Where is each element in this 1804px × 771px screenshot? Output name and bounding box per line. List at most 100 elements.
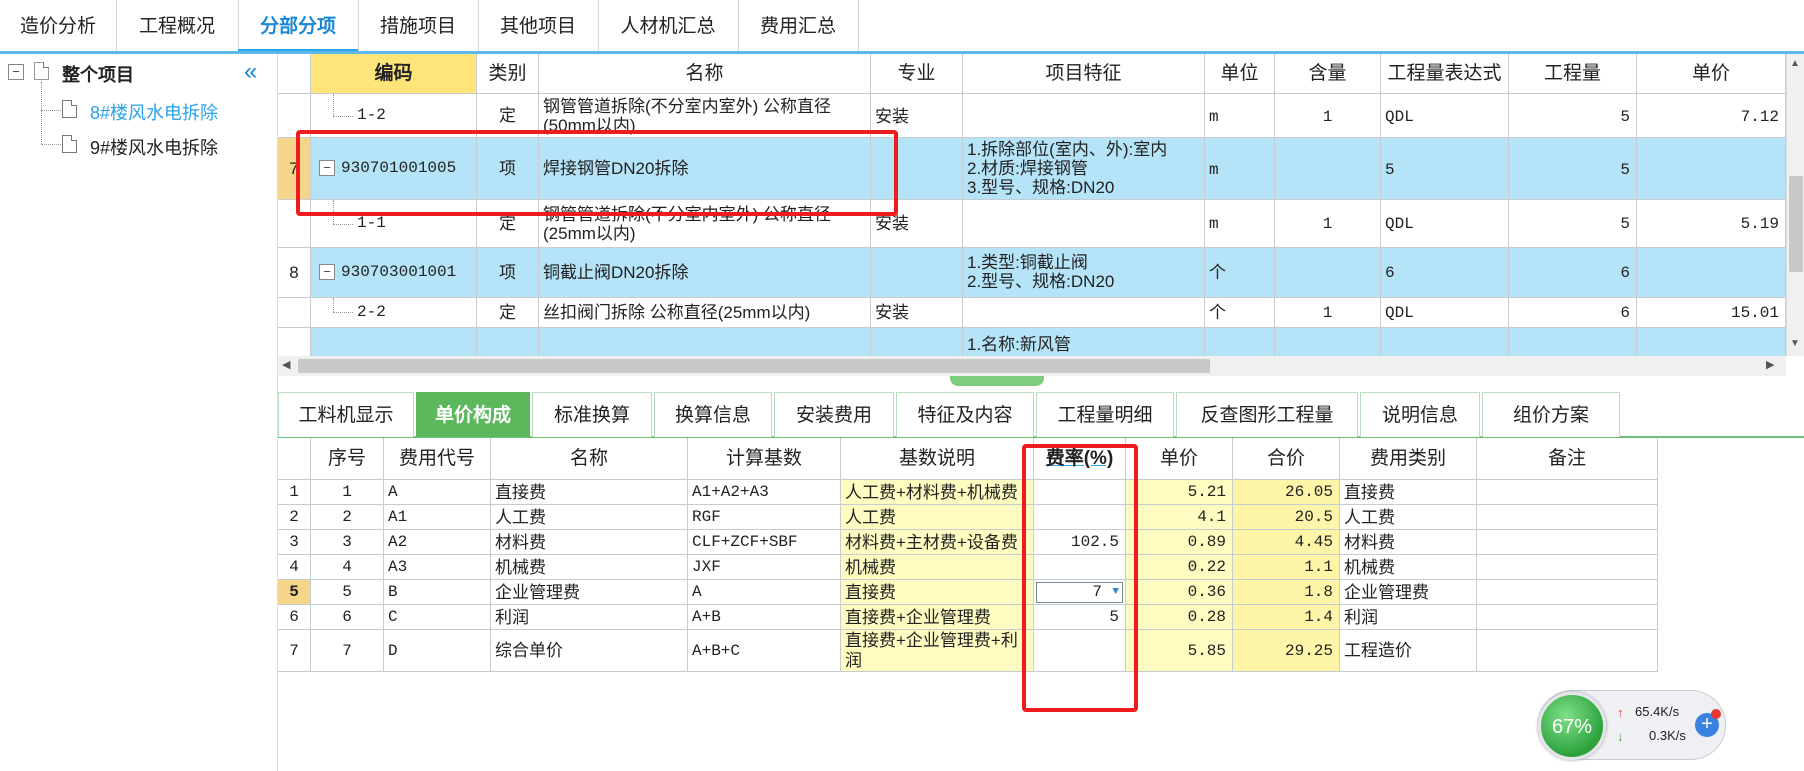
unit-cell[interactable]: 个 (1205, 248, 1275, 298)
price-cell[interactable] (1637, 328, 1786, 356)
feature-cell[interactable]: 1.类型:铜截止阀 2.型号、规格:DN20 (963, 248, 1205, 298)
qty-rate-cell[interactable] (1275, 138, 1381, 200)
note-cell[interactable] (1477, 580, 1658, 605)
note-cell[interactable] (1477, 555, 1658, 580)
unit-price-cell[interactable]: 0.89 (1126, 530, 1233, 555)
name-cell[interactable]: 机械费 (491, 555, 688, 580)
name-cell[interactable]: 直接费 (491, 480, 688, 505)
vertical-scrollbar[interactable]: ▲ ▼ (1786, 54, 1804, 356)
quantity-cell[interactable] (1509, 328, 1637, 356)
name-cell[interactable]: 材料费 (491, 530, 688, 555)
col-header-major[interactable]: 专业 (871, 54, 963, 94)
code-cell[interactable] (311, 328, 477, 356)
fee-category-cell[interactable]: 直接费 (1340, 480, 1477, 505)
base-desc-cell[interactable]: 人工费+材料费+机械费 (841, 480, 1034, 505)
tree-root[interactable]: 整个项目 (62, 61, 134, 87)
fee-code-cell[interactable]: C (384, 605, 491, 630)
col-header-unit[interactable]: 单位 (1205, 54, 1275, 94)
collapse-panel-icon[interactable]: « (244, 60, 257, 84)
base-cell[interactable]: RGF (688, 505, 841, 530)
row-number[interactable]: 4 (278, 555, 311, 580)
feature-cell[interactable] (963, 298, 1205, 328)
unit-price-cell[interactable]: 5.21 (1126, 480, 1233, 505)
tab-other-items[interactable]: 其他项目 (478, 0, 599, 52)
col-header-unit-price[interactable]: 单价 (1126, 438, 1233, 480)
row-number[interactable]: 3 (278, 530, 311, 555)
quantity-cell[interactable]: 5 (1509, 138, 1637, 200)
note-cell[interactable] (1477, 530, 1658, 555)
col-header-qty-rate[interactable]: 含量 (1275, 54, 1381, 94)
base-cell[interactable]: A1+A2+A3 (688, 480, 841, 505)
col-header-seq[interactable]: 序号 (311, 438, 384, 480)
seq-cell[interactable]: 2 (311, 505, 384, 530)
name-cell[interactable]: 综合单价 (491, 630, 688, 672)
col-header-base[interactable]: 计算基数 (688, 438, 841, 480)
col-header-code[interactable]: 编码 (311, 54, 477, 94)
code-cell[interactable]: − 930703001001 (311, 248, 477, 298)
seq-cell[interactable]: 7 (311, 630, 384, 672)
name-cell[interactable]: 企业管理费 (491, 580, 688, 605)
fee-code-cell[interactable]: A1 (384, 505, 491, 530)
base-desc-cell[interactable]: 直接费+企业管理费 (841, 605, 1034, 630)
price-cell[interactable] (1637, 138, 1786, 200)
tab-unit-price-composition[interactable]: 单价构成 (416, 392, 530, 437)
code-cell[interactable]: 2-2 (311, 298, 477, 328)
major-cell[interactable] (871, 248, 963, 298)
col-header-base-desc[interactable]: 基数说明 (841, 438, 1034, 480)
fee-category-cell[interactable]: 机械费 (1340, 555, 1477, 580)
price-cell[interactable] (1637, 248, 1786, 298)
qty-rate-cell[interactable]: 1 (1275, 298, 1381, 328)
tab-labor-material[interactable]: 工料机显示 (278, 392, 414, 437)
scroll-left-icon[interactable]: ◀ (282, 358, 290, 371)
price-cell[interactable]: 15.01 (1637, 298, 1786, 328)
qty-rate-cell[interactable]: 1 (1275, 94, 1381, 138)
base-desc-cell[interactable]: 直接费+企业管理费+利润 (841, 630, 1034, 672)
tab-features[interactable]: 特征及内容 (896, 392, 1034, 437)
seq-cell[interactable]: 3 (311, 530, 384, 555)
seq-cell[interactable]: 5 (311, 580, 384, 605)
total-cell[interactable]: 26.05 (1233, 480, 1340, 505)
quantity-cell[interactable]: 5 (1509, 200, 1637, 248)
note-cell[interactable] (1477, 505, 1658, 530)
fee-category-cell[interactable]: 工程造价 (1340, 630, 1477, 672)
tab-standard-conversion[interactable]: 标准换算 (532, 392, 652, 437)
note-cell[interactable] (1477, 480, 1658, 505)
row-number[interactable]: 6 (278, 605, 311, 630)
major-cell[interactable]: 安装 (871, 298, 963, 328)
feature-cell[interactable] (963, 200, 1205, 248)
seq-cell[interactable]: 4 (311, 555, 384, 580)
qty-rate-cell[interactable]: 1 (1275, 200, 1381, 248)
total-cell[interactable]: 4.45 (1233, 530, 1340, 555)
horizontal-scrollbar[interactable]: ◀ ▶ (278, 356, 1786, 376)
expression-cell[interactable] (1381, 328, 1509, 356)
col-header-feature[interactable]: 项目特征 (963, 54, 1205, 94)
col-header-fee-category[interactable]: 费用类别 (1340, 438, 1477, 480)
unit-cell[interactable] (1205, 328, 1275, 356)
total-cell[interactable]: 1.4 (1233, 605, 1340, 630)
fee-category-cell[interactable]: 企业管理费 (1340, 580, 1477, 605)
scroll-thumb[interactable] (298, 359, 1210, 373)
qty-rate-cell[interactable] (1275, 328, 1381, 356)
expression-cell[interactable]: 5 (1381, 138, 1509, 200)
fee-category-cell[interactable]: 利润 (1340, 605, 1477, 630)
type-cell[interactable] (477, 328, 539, 356)
unit-cell[interactable]: 个 (1205, 298, 1275, 328)
col-header-total[interactable]: 合价 (1233, 438, 1340, 480)
fee-category-cell[interactable]: 人工费 (1340, 505, 1477, 530)
fee-code-cell[interactable]: A2 (384, 530, 491, 555)
qty-rate-cell[interactable] (1275, 248, 1381, 298)
tab-quantity-detail[interactable]: 工程量明细 (1036, 392, 1174, 437)
tab-conversion-info[interactable]: 换算信息 (654, 392, 772, 437)
feature-cell[interactable] (963, 94, 1205, 138)
major-cell[interactable] (871, 328, 963, 356)
splitter-handle[interactable] (950, 376, 1044, 386)
seq-cell[interactable]: 1 (311, 480, 384, 505)
row-number[interactable]: 7 (278, 630, 311, 672)
base-desc-cell[interactable]: 机械费 (841, 555, 1034, 580)
tab-project-overview[interactable]: 工程概况 (116, 0, 239, 52)
collapse-icon[interactable]: − (8, 64, 24, 80)
fee-code-cell[interactable]: A (384, 480, 491, 505)
unit-price-cell[interactable]: 0.28 (1126, 605, 1233, 630)
quantity-cell[interactable]: 5 (1509, 94, 1637, 138)
name-cell[interactable] (539, 328, 871, 356)
